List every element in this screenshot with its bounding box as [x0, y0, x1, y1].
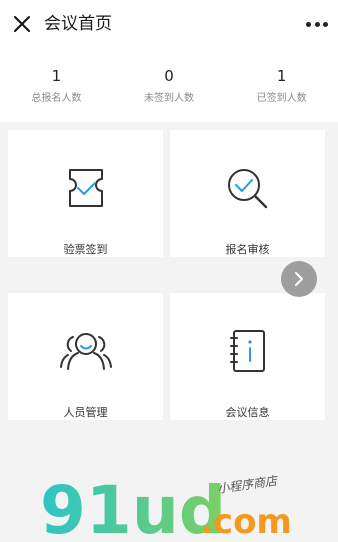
stat-value: 1 [276, 67, 287, 85]
menu-meeting-info[interactable]: 会议信息 [170, 293, 325, 420]
page-title: 会议首页 [44, 14, 112, 34]
stat-label: 总报名人数 [31, 93, 82, 104]
more-icon[interactable] [306, 14, 328, 34]
people-icon [59, 333, 112, 370]
chevron-right-icon [295, 272, 303, 286]
menu-label: 报名审核 [225, 243, 270, 256]
stat-total-registered: 1 总报名人数 [0, 50, 113, 122]
menu-ticket-checkin[interactable]: 验票签到 [8, 130, 163, 257]
stat-value: 1 [51, 67, 62, 85]
stats-bar: 1 总报名人数 0 未签到人数 1 已签到人数 [0, 50, 338, 122]
next-button[interactable] [281, 261, 317, 297]
search-check-icon [227, 169, 267, 209]
stat-checked-in: 1 已签到人数 [225, 50, 338, 122]
watermark-suffix: .com [200, 502, 292, 539]
menu-registration-review[interactable]: 报名审核 [170, 130, 325, 257]
close-icon[interactable] [12, 14, 32, 34]
menu-label: 人员管理 [63, 406, 108, 419]
top-bar: 会议首页 [0, 0, 338, 50]
watermark-logo: 91ud .com 小程序商店 [40, 475, 292, 539]
menu-people-management[interactable]: 人员管理 [8, 293, 163, 420]
stat-value: 0 [164, 67, 174, 85]
menu-label: 验票签到 [63, 243, 108, 256]
notebook-info-icon [229, 330, 265, 372]
stat-label: 未签到人数 [144, 93, 194, 104]
watermark-brand: 91ud [40, 475, 226, 539]
stat-label: 已签到人数 [256, 93, 307, 104]
stat-not-checked-in: 0 未签到人数 [113, 50, 226, 122]
menu-label: 会议信息 [225, 406, 270, 419]
ticket-check-icon [68, 169, 103, 207]
